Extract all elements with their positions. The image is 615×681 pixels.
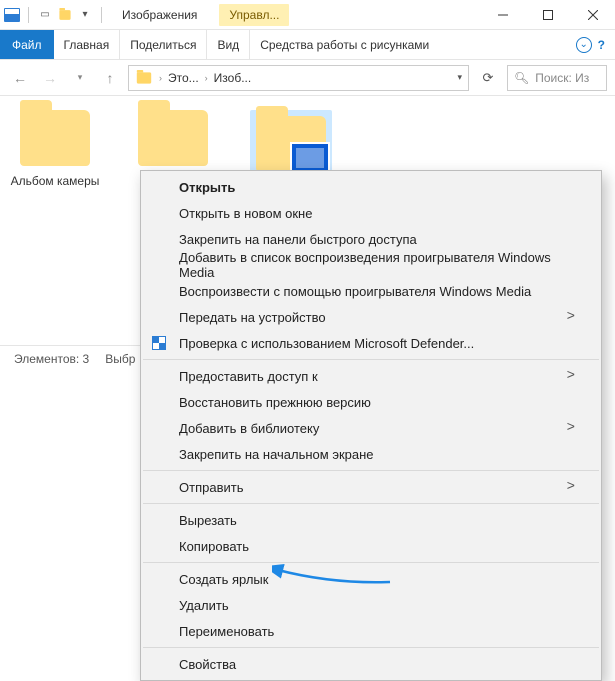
folder-icon <box>137 72 151 83</box>
breadcrumb-separator-icon: › <box>159 73 162 83</box>
tab-picture-tools[interactable]: Средства работы с рисунками <box>250 30 439 59</box>
menu-send-to[interactable]: Отправить> <box>141 474 601 500</box>
back-button[interactable]: ← <box>8 66 32 90</box>
file-tab[interactable]: Файл <box>0 30 54 59</box>
tab-view[interactable]: Вид <box>207 30 250 59</box>
menu-defender-scan[interactable]: Проверка с использованием Microsoft Defe… <box>141 330 601 356</box>
qat-dropdown-icon[interactable]: ▾ <box>77 7 93 23</box>
navigation-bar: ← → ▾ ↑ › Это... › Изоб... ▾ ⟳ 🔍︎ Поиск:… <box>0 60 615 96</box>
defender-icon <box>151 335 167 351</box>
menu-cut[interactable]: Вырезать <box>141 507 601 533</box>
window-title: Изображения <box>122 8 197 22</box>
breadcrumb-pictures[interactable]: Изоб... <box>214 71 252 85</box>
recent-locations-button[interactable]: ▾ <box>68 66 92 90</box>
explorer-icon <box>4 8 20 22</box>
folder-icon <box>20 110 90 166</box>
folder-camera-roll[interactable]: Альбом камеры <box>10 110 100 190</box>
ribbon-collapse[interactable]: ⌄ ? <box>566 30 615 59</box>
maximize-button[interactable] <box>525 0 570 30</box>
menu-give-access[interactable]: Предоставить доступ к> <box>141 363 601 389</box>
quick-access-toolbar: ▭ ▾ <box>0 7 110 23</box>
breadcrumb-this-pc[interactable]: Это... <box>168 71 199 85</box>
refresh-button[interactable]: ⟳ <box>475 65 501 91</box>
submenu-arrow-icon: > <box>567 479 575 495</box>
folder-icon <box>138 110 208 166</box>
chevron-down-icon: ⌄ <box>576 37 592 53</box>
title-bar: ▭ ▾ Изображения Управл... <box>0 0 615 30</box>
menu-open[interactable]: Открыть <box>141 174 601 200</box>
menu-copy[interactable]: Копировать <box>141 533 601 559</box>
help-icon[interactable]: ? <box>598 38 605 52</box>
menu-separator <box>143 503 599 504</box>
minimize-button[interactable] <box>480 0 525 30</box>
menu-rename[interactable]: Переименовать <box>141 618 601 644</box>
menu-add-library[interactable]: Добавить в библиотеку> <box>141 415 601 441</box>
context-menu: Открыть Открыть в новом окне Закрепить н… <box>140 170 602 681</box>
tab-home[interactable]: Главная <box>54 30 121 59</box>
menu-pin-start[interactable]: Закрепить на начальном экране <box>141 441 601 467</box>
folder-icon <box>256 116 326 172</box>
close-button[interactable] <box>570 0 615 30</box>
forward-button[interactable]: → <box>38 66 62 90</box>
search-box[interactable]: 🔍︎ Поиск: Из <box>507 65 607 91</box>
contextual-tab-label[interactable]: Управл... <box>219 4 289 26</box>
menu-separator <box>143 359 599 360</box>
breadcrumb-separator-icon: › <box>205 73 208 83</box>
submenu-arrow-icon: > <box>567 309 575 325</box>
menu-restore-previous[interactable]: Восстановить прежнюю версию <box>141 389 601 415</box>
menu-add-wmp-list[interactable]: Добавить в список воспроизведения проигр… <box>141 252 601 278</box>
item-label: Альбом камеры <box>11 174 100 190</box>
submenu-arrow-icon: > <box>567 420 575 436</box>
address-dropdown-icon[interactable]: ▾ <box>457 72 462 83</box>
tab-share[interactable]: Поделиться <box>120 30 207 59</box>
menu-open-new-window[interactable]: Открыть в новом окне <box>141 200 601 226</box>
submenu-arrow-icon: > <box>567 368 575 384</box>
menu-separator <box>143 470 599 471</box>
search-placeholder: Поиск: Из <box>535 71 589 85</box>
ribbon-tabs: Файл Главная Поделиться Вид Средства раб… <box>0 30 615 60</box>
status-item-count: Элементов: 3 <box>14 352 89 366</box>
up-button[interactable]: ↑ <box>98 66 122 90</box>
search-icon: 🔍︎ <box>514 71 529 85</box>
status-selected: Выбр <box>105 352 135 366</box>
menu-cast-to-device[interactable]: Передать на устройство> <box>141 304 601 330</box>
menu-separator <box>143 562 599 563</box>
menu-properties[interactable]: Свойства <box>141 651 601 677</box>
address-bar[interactable]: › Это... › Изоб... ▾ <box>128 65 469 91</box>
menu-play-wmp[interactable]: Воспроизвести с помощью проигрывателя Wi… <box>141 278 601 304</box>
qat-properties-icon[interactable]: ▭ <box>37 7 53 23</box>
menu-pin-quick-access[interactable]: Закрепить на панели быстрого доступа <box>141 226 601 252</box>
qat-new-folder-icon[interactable] <box>57 7 73 23</box>
menu-create-shortcut[interactable]: Создать ярлык <box>141 566 601 592</box>
menu-separator <box>143 647 599 648</box>
menu-delete[interactable]: Удалить <box>141 592 601 618</box>
